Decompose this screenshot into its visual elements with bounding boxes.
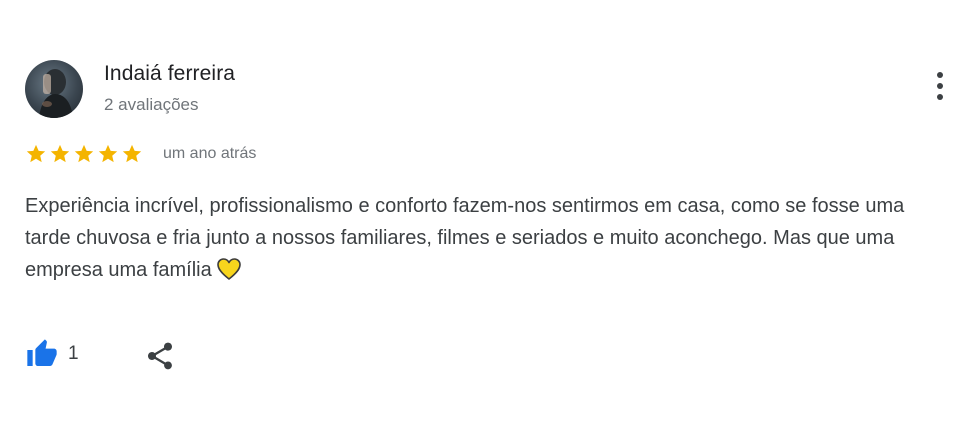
reviewer-review-count: 2 avaliações xyxy=(104,95,199,114)
review-text: Experiência incrível, profissionalismo e… xyxy=(25,195,905,281)
share-button[interactable] xyxy=(144,340,176,377)
star-icon xyxy=(122,144,142,163)
star-icon xyxy=(74,144,94,163)
avatar[interactable] xyxy=(25,60,83,118)
star-icon xyxy=(50,144,70,163)
reviewer-name[interactable]: Indaiá ferreira xyxy=(104,62,235,86)
star-icon xyxy=(26,144,46,163)
share-icon xyxy=(148,342,172,370)
review-text-block: Experiência incrível, profissionalismo e… xyxy=(25,190,935,286)
like-count: 1 xyxy=(68,343,79,364)
like-button[interactable]: 1 xyxy=(25,338,79,370)
thumbs-up-icon xyxy=(27,339,57,366)
review-time: um ano atrás xyxy=(163,145,257,162)
yellow-heart-icon xyxy=(216,258,241,280)
star-rating xyxy=(25,143,143,167)
more-vert-icon[interactable] xyxy=(928,72,952,112)
star-icon xyxy=(98,144,118,163)
